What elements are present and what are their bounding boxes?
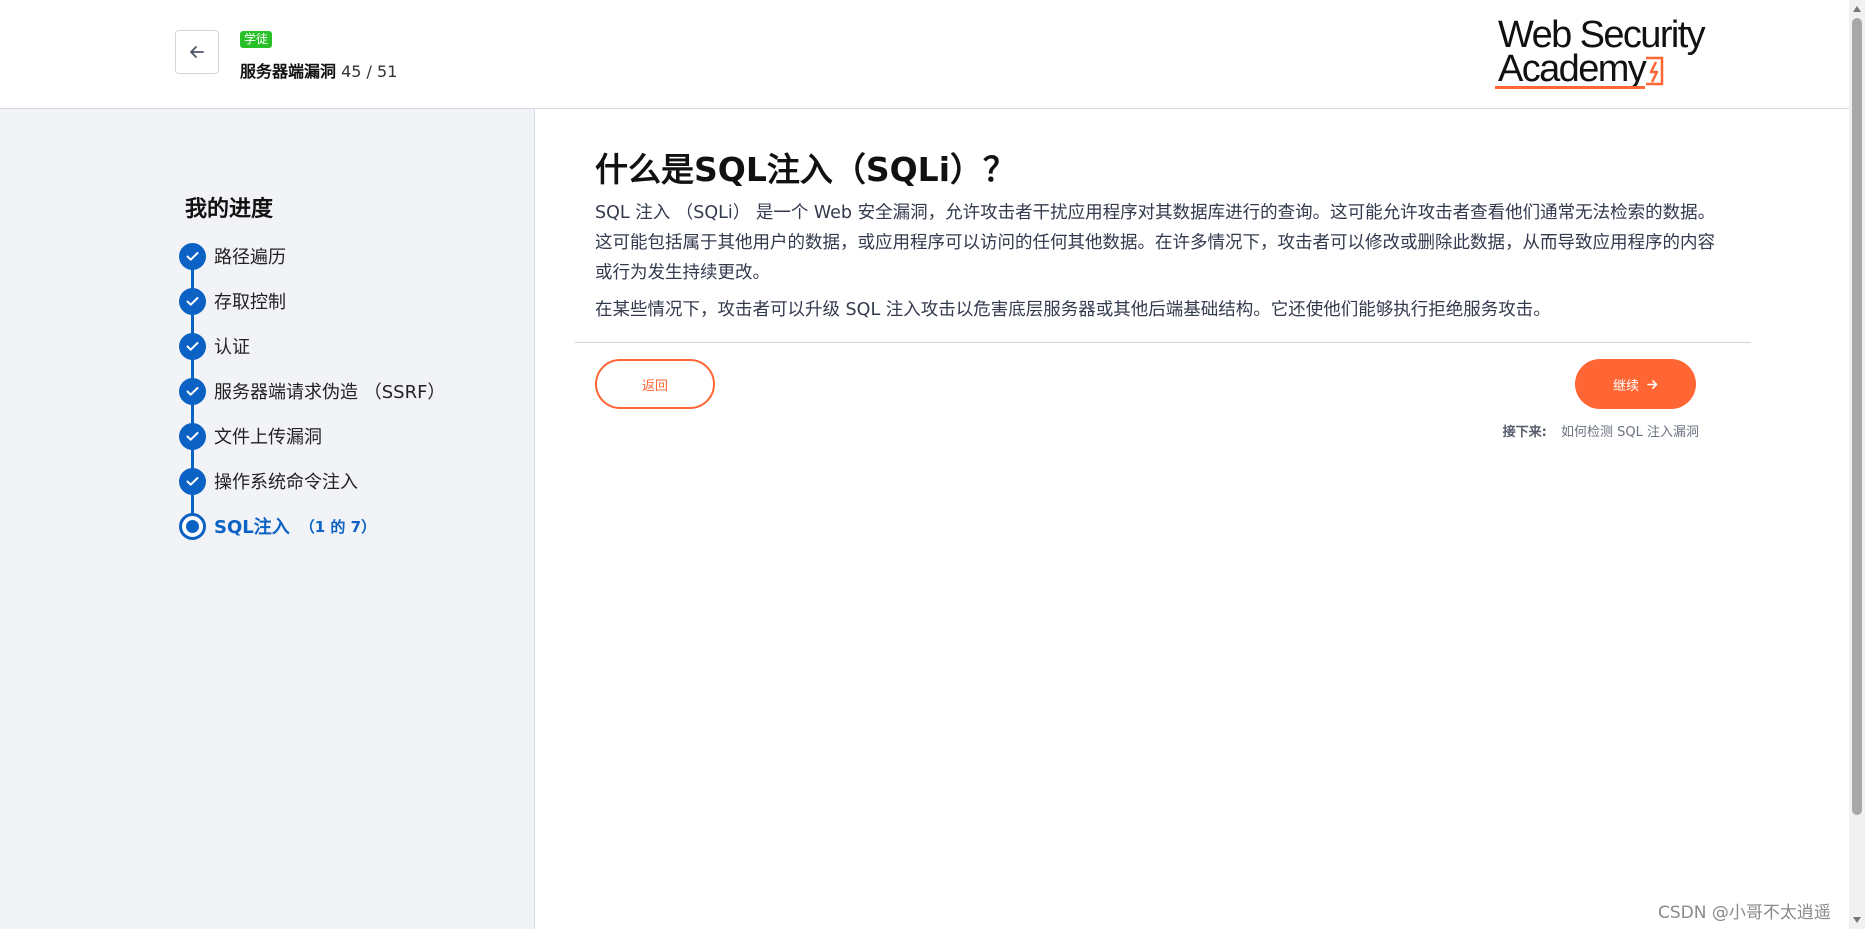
topic-count: 45 / 51	[341, 62, 398, 81]
progress-title: 我的进度	[185, 197, 274, 222]
topic-name: 服务器端漏洞	[240, 62, 337, 81]
step-label: SQL注入	[214, 517, 290, 538]
check-icon	[179, 422, 206, 450]
step-label: 存取控制	[214, 292, 286, 313]
web-security-academy-logo[interactable]: Web Security Academy	[1495, 16, 1706, 92]
content-divider	[575, 342, 1751, 343]
back-navigation-button[interactable]	[175, 30, 219, 74]
watermark: CSDN @小哥不太逍遥	[1658, 903, 1831, 923]
progress-step-file-upload[interactable]: 文件上传漏洞	[179, 422, 322, 450]
progress-step-ssrf[interactable]: 服务器端请求伪造 （SSRF）	[179, 377, 445, 405]
page-scrollbar[interactable]	[1849, 0, 1865, 929]
progress-step-path-traversal[interactable]: 路径遍历	[179, 242, 286, 270]
scroll-down-icon[interactable]	[1853, 917, 1861, 923]
step-label: 认证	[214, 337, 250, 358]
lesson-paragraph-1: SQL 注入 （SQLi） 是一个 Web 安全漏洞，允许攻击者干扰应用程序对其…	[595, 203, 1716, 283]
continue-button[interactable]: 继续	[1575, 359, 1696, 409]
progress-step-authentication[interactable]: 认证	[179, 332, 250, 360]
lesson-paragraph-2: 在某些情况下，攻击者可以升级 SQL 注入攻击以危害底层服务器或其他后端基础结构…	[595, 300, 1551, 320]
back-button-label: 返回	[641, 378, 668, 394]
check-icon	[179, 332, 206, 360]
arrow-right-icon	[1647, 379, 1658, 390]
check-icon	[179, 377, 206, 405]
topic-progress: 服务器端漏洞 45 / 51	[240, 58, 397, 82]
step-label: 文件上传漏洞	[214, 427, 322, 448]
arrow-left-icon	[190, 46, 204, 58]
page-title: 什么是SQL注入（SQLi）？	[595, 150, 1017, 189]
step-label: 路径遍历	[214, 247, 286, 268]
step-label: 服务器端请求伪造 （SSRF）	[214, 382, 446, 403]
next-lesson-link[interactable]: 如何检测 SQL 注入漏洞	[1561, 425, 1699, 440]
progress-sidebar: 我的进度 路径遍历 存取控制 认证 服务器端请求伪造 （SSRF） 文件上传漏洞	[0, 109, 535, 929]
check-icon	[179, 242, 206, 270]
progress-step-os-command-injection[interactable]: 操作系统命令注入	[179, 467, 358, 495]
logo-underline	[1495, 86, 1645, 89]
scrollbar-thumb[interactable]	[1852, 18, 1862, 815]
check-icon	[179, 287, 206, 315]
progress-step-access-control[interactable]: 存取控制	[179, 287, 286, 315]
current-step-icon	[179, 512, 206, 540]
next-lesson-hint: 接下来: 如何检测 SQL 注入漏洞	[1503, 421, 1699, 440]
check-icon	[179, 467, 206, 495]
continue-button-label: 继续	[1612, 378, 1639, 394]
progress-step-sql-injection[interactable]: SQL注入 （1 的 7）	[179, 512, 376, 540]
step-label: 操作系统命令注入	[214, 472, 358, 493]
scroll-up-icon[interactable]	[1853, 6, 1861, 12]
top-header: 学徒 服务器端漏洞 45 / 51 Web Security Academy	[0, 0, 1849, 109]
logo-line-2: Academy	[1498, 48, 1647, 90]
back-button[interactable]: 返回	[595, 359, 715, 409]
next-label: 接下来:	[1502, 425, 1547, 440]
lesson-content: 什么是SQL注入（SQLi）？ SQL 注入 （SQLi） 是一个 Web 安全…	[535, 109, 1849, 929]
lightning-bolt-icon	[1646, 56, 1664, 86]
step-sub-progress: （1 的 7）	[299, 517, 377, 536]
level-badge: 学徒	[240, 31, 273, 48]
